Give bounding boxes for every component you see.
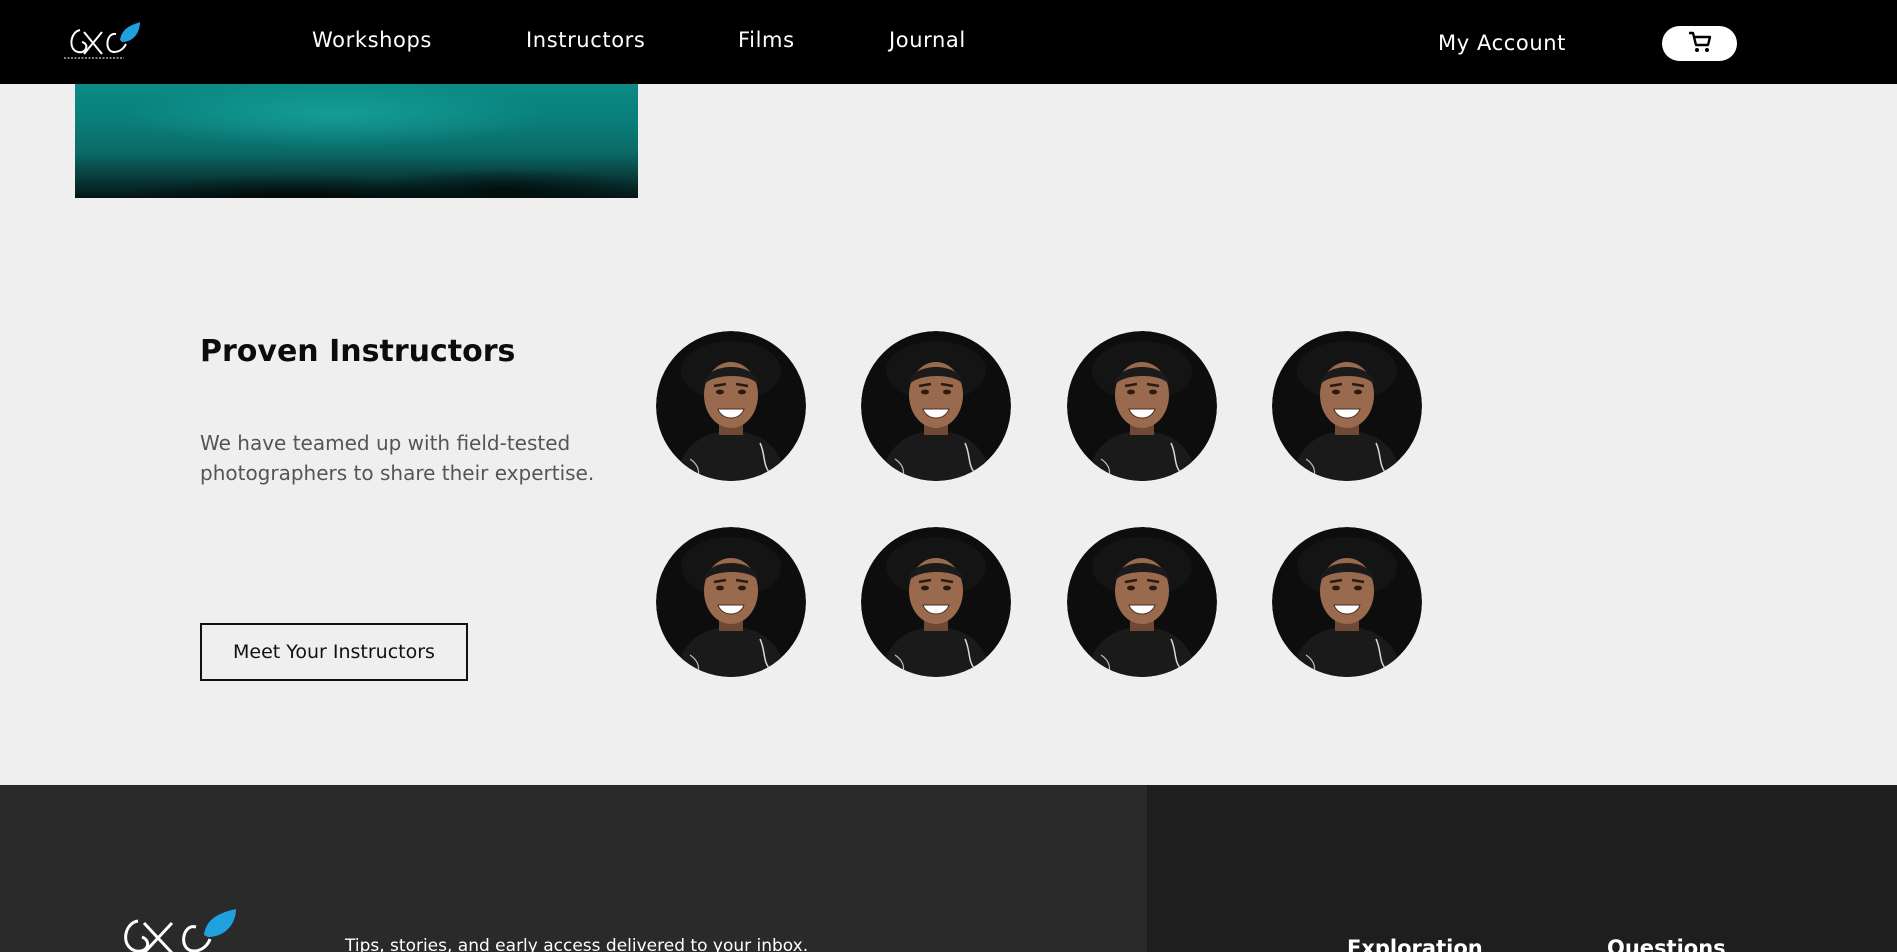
instructor-avatar[interactable] [1272,331,1422,481]
instructor-avatar[interactable] [861,527,1011,677]
nav-journal[interactable]: Journal [889,28,966,52]
cart-button[interactable] [1662,26,1737,61]
instructor-avatar[interactable] [656,331,806,481]
top-navigation-bar: Workshops Instructors Films Journal My A… [0,0,1897,84]
instructor-avatar[interactable] [1067,331,1217,481]
newsletter-text: Tips, stories, and early access delivere… [345,936,809,952]
footer-heading-questions: Questions [1607,936,1726,952]
meet-instructors-button[interactable]: Meet Your Instructors [200,623,468,681]
footer-logo-icon[interactable] [112,905,240,952]
cart-icon [1687,30,1713,58]
nav-instructors[interactable]: Instructors [526,28,645,52]
logo-icon[interactable] [62,18,142,64]
nav-films[interactable]: Films [738,28,795,52]
footer-heading-exploration: Exploration [1347,936,1483,952]
instructor-avatar[interactable] [1067,527,1217,677]
section-description: We have teamed up with field-tested phot… [200,431,595,485]
instructor-avatar[interactable] [656,527,806,677]
nav-workshops[interactable]: Workshops [312,28,432,52]
instructor-avatar[interactable] [1272,527,1422,677]
footer-right-panel [1147,785,1897,952]
section-title: Proven Instructors [200,334,516,369]
my-account-link[interactable]: My Account [1438,31,1566,55]
hero-water-image [75,84,638,198]
instructor-avatar[interactable] [861,331,1011,481]
